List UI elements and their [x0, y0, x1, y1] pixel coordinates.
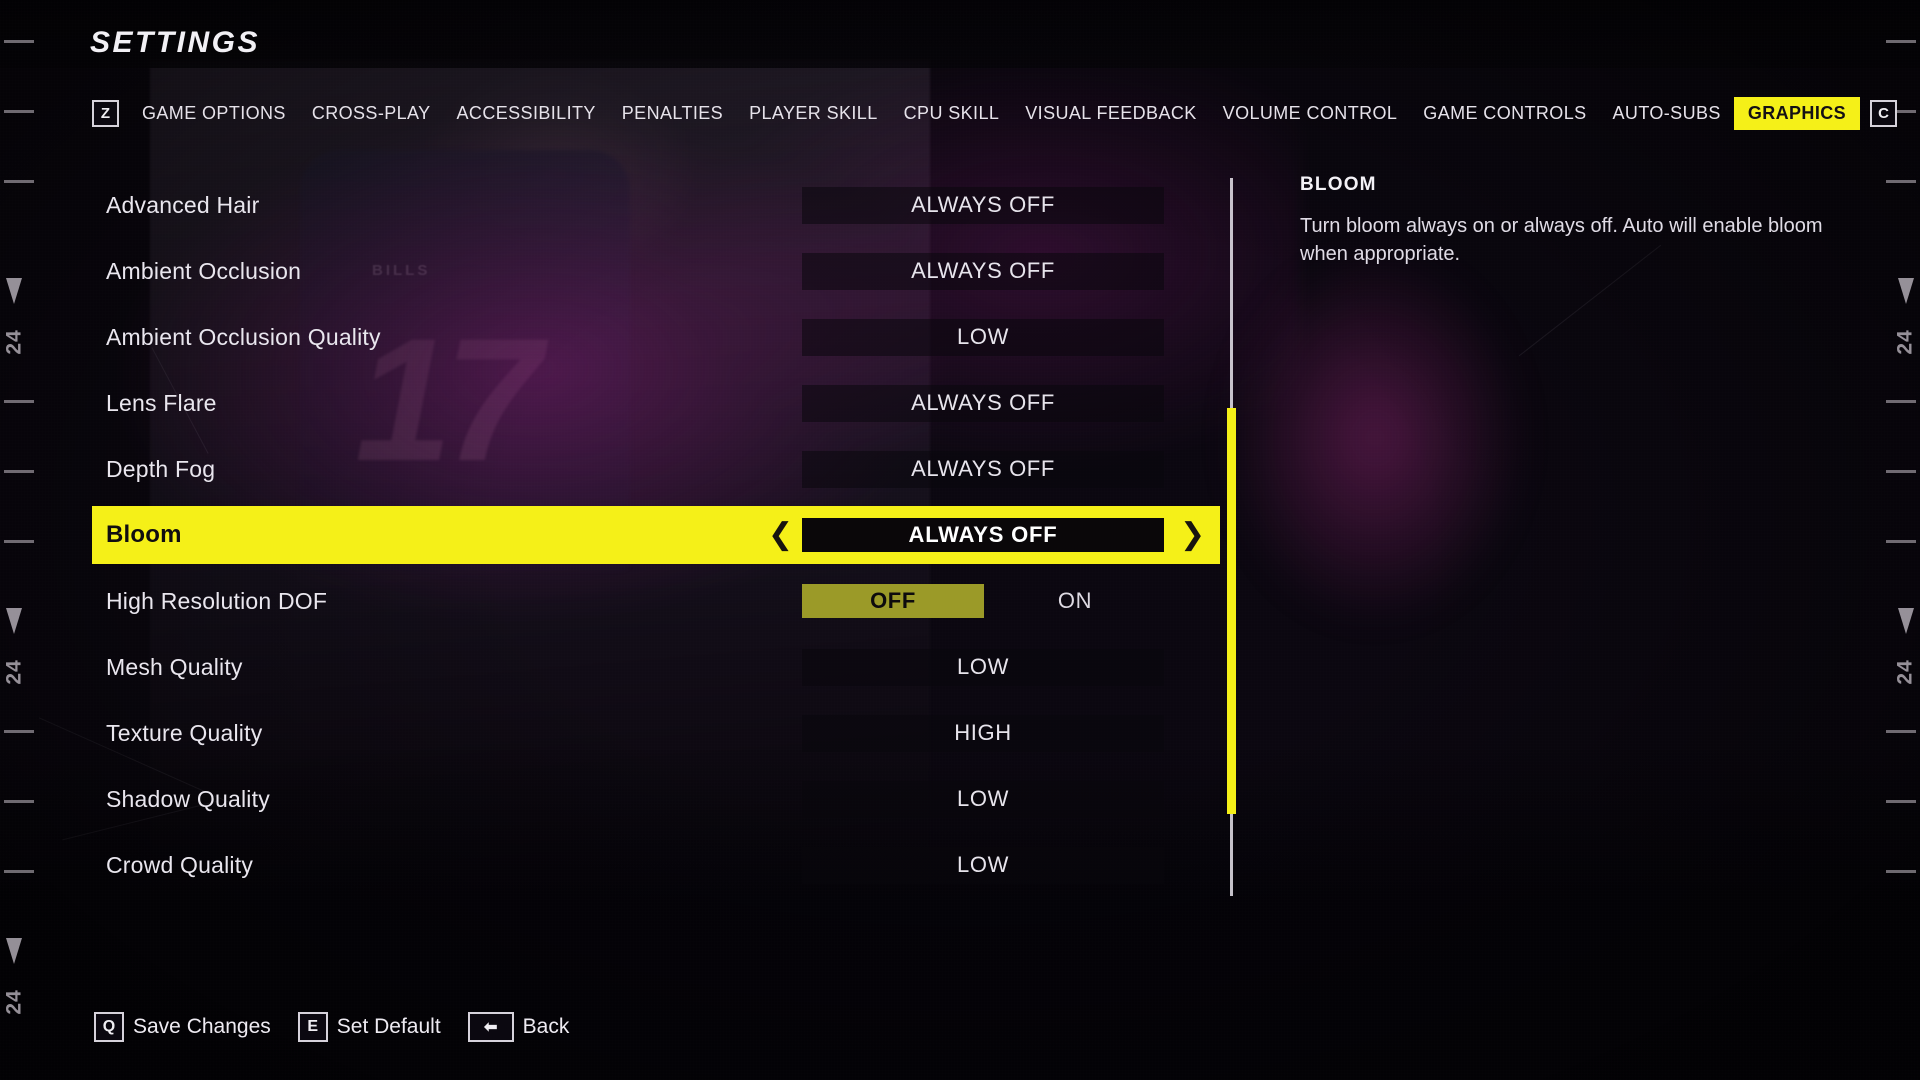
set-default-label[interactable]: Set Default: [337, 1015, 441, 1039]
setting-toggle-group: OFF ON: [802, 584, 1166, 618]
tab-graphics[interactable]: GRAPHICS: [1733, 96, 1861, 130]
setting-label: Ambient Occlusion Quality: [106, 323, 381, 350]
setting-value: ALWAYS OFF: [908, 522, 1058, 547]
description-body: Turn bloom always on or always off. Auto…: [1300, 215, 1823, 266]
save-changes-label[interactable]: Save Changes: [133, 1015, 271, 1039]
setting-value-bar[interactable]: ALWAYS OFF: [802, 252, 1164, 290]
setting-row-texture-quality[interactable]: Texture Quality HIGH: [92, 700, 1220, 766]
tab-game-options[interactable]: GAME OPTIONS: [129, 98, 299, 129]
setting-value-bar[interactable]: HIGH: [802, 714, 1164, 752]
settings-list: Advanced Hair ALWAYS OFF Ambient Occlusi…: [92, 172, 1220, 898]
setting-label: Crowd Quality: [106, 851, 254, 878]
setting-value: ALWAYS OFF: [911, 456, 1055, 481]
setting-description-panel: BLOOM Turn bloom always on or always off…: [1300, 174, 1860, 269]
setting-value-bar[interactable]: LOW: [802, 318, 1164, 356]
back-key-icon[interactable]: ⬅: [467, 1012, 514, 1042]
setting-row-bloom[interactable]: Bloom ❮ ALWAYS OFF ❯: [92, 506, 1220, 564]
description-title: BLOOM: [1300, 174, 1377, 195]
setting-value-bar[interactable]: LOW: [802, 648, 1164, 686]
tab-volume-control[interactable]: VOLUME CONTROL: [1210, 98, 1411, 129]
setting-row-ambient-occlusion[interactable]: Ambient Occlusion ALWAYS OFF: [92, 238, 1220, 304]
save-changes-key-icon[interactable]: Q: [94, 1012, 124, 1042]
setting-value-bar[interactable]: ALWAYS OFF: [802, 384, 1164, 422]
setting-value: LOW: [957, 654, 1009, 679]
setting-label: High Resolution DOF: [106, 587, 328, 614]
tab-game-controls[interactable]: GAME CONTROLS: [1410, 98, 1599, 129]
setting-value-bar[interactable]: ALWAYS OFF: [802, 450, 1164, 488]
tab-player-skill[interactable]: PLAYER SKILL: [736, 98, 891, 129]
setting-label: Depth Fog: [106, 455, 216, 482]
setting-row-advanced-hair[interactable]: Advanced Hair ALWAYS OFF: [92, 172, 1220, 238]
setting-row-shadow-quality[interactable]: Shadow Quality LOW: [92, 766, 1220, 832]
setting-value-box[interactable]: ALWAYS OFF: [802, 518, 1164, 552]
setting-label: Shadow Quality: [106, 785, 270, 812]
setting-value: LOW: [957, 786, 1009, 811]
setting-label: Advanced Hair: [106, 191, 260, 218]
setting-row-ambient-occlusion-quality[interactable]: Ambient Occlusion Quality LOW: [92, 304, 1220, 370]
value-next-arrow-icon[interactable]: ❯: [1180, 520, 1205, 550]
setting-value-bar[interactable]: LOW: [802, 780, 1164, 818]
prev-tab-key-icon[interactable]: Z: [92, 99, 119, 127]
setting-row-high-resolution-dof[interactable]: High Resolution DOF OFF ON: [92, 568, 1220, 634]
setting-label: Bloom: [106, 521, 182, 548]
setting-value: ALWAYS OFF: [911, 390, 1055, 415]
next-tab-key-icon[interactable]: C: [1870, 99, 1898, 127]
setting-value: LOW: [957, 324, 1009, 349]
setting-value: HIGH: [954, 720, 1012, 745]
setting-label: Ambient Occlusion: [106, 257, 302, 284]
tab-cpu-skill[interactable]: CPU SKILL: [891, 98, 1013, 129]
setting-label: Lens Flare: [106, 389, 217, 416]
scrollbar-thumb[interactable]: [1227, 408, 1236, 814]
setting-value: LOW: [957, 852, 1009, 877]
background-right-figure: [1160, 230, 1590, 750]
setting-value-bar[interactable]: ALWAYS OFF: [802, 186, 1164, 224]
toggle-option-off[interactable]: OFF: [802, 584, 984, 618]
toggle-option-on[interactable]: ON: [984, 584, 1166, 618]
setting-row-mesh-quality[interactable]: Mesh Quality LOW: [92, 634, 1220, 700]
setting-value: ALWAYS OFF: [911, 258, 1055, 283]
footer-action-bar: Q Save Changes E Set Default ⬅ Back: [94, 1012, 587, 1042]
set-default-key-icon[interactable]: E: [297, 1012, 328, 1042]
value-prev-arrow-icon[interactable]: ❮: [768, 520, 793, 550]
setting-row-crowd-quality[interactable]: Crowd Quality LOW: [92, 832, 1220, 898]
setting-row-depth-fog[interactable]: Depth Fog ALWAYS OFF: [92, 436, 1220, 502]
tab-accessibility[interactable]: ACCESSIBILITY: [444, 98, 609, 129]
setting-label: Mesh Quality: [106, 653, 243, 680]
setting-row-lens-flare[interactable]: Lens Flare ALWAYS OFF: [92, 370, 1220, 436]
settings-screen: BILLS 17 24 24 24 24 24: [0, 0, 1920, 1080]
setting-label: Texture Quality: [106, 719, 263, 746]
back-label[interactable]: Back: [523, 1015, 570, 1039]
settings-tabbar: Z GAME OPTIONS CROSS-PLAY ACCESSIBILITY …: [92, 96, 1898, 130]
tab-auto-subs[interactable]: AUTO-SUBS: [1600, 98, 1734, 129]
tab-penalties[interactable]: PENALTIES: [609, 98, 736, 129]
setting-value: ALWAYS OFF: [911, 192, 1055, 217]
tab-visual-feedback[interactable]: VISUAL FEEDBACK: [1012, 98, 1209, 129]
setting-value-bar[interactable]: LOW: [802, 846, 1164, 884]
background-top-shade: [0, 0, 1920, 68]
page-title: SETTINGS: [90, 26, 261, 59]
tab-cross-play[interactable]: CROSS-PLAY: [299, 98, 444, 129]
